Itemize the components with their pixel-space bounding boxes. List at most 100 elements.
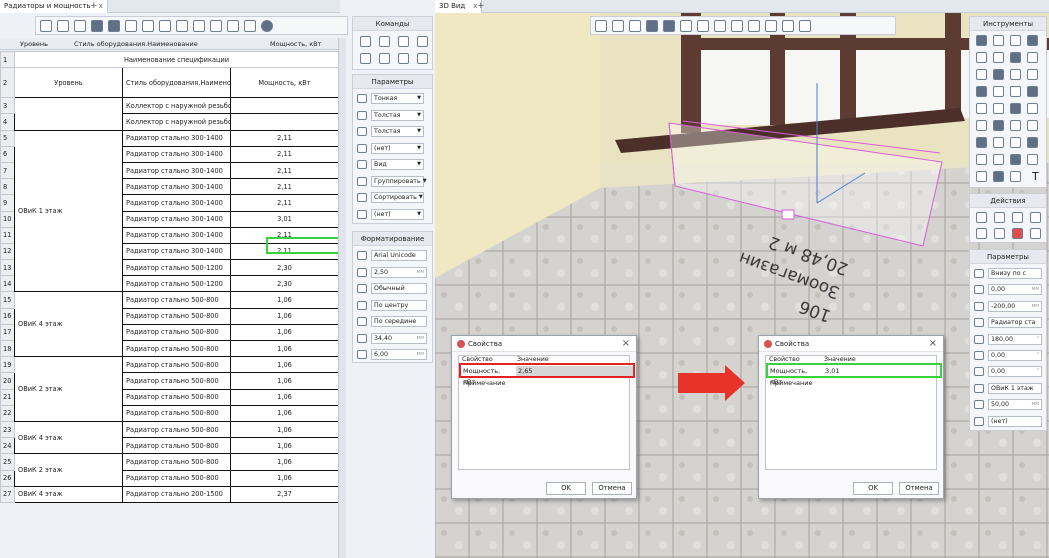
level-cell[interactable]: ОВиК 4 этаж bbox=[14, 485, 123, 503]
tool-icon[interactable] bbox=[993, 35, 1004, 46]
element-parameter-field[interactable]: 0,00 мм bbox=[988, 284, 1042, 296]
power-cell[interactable]: 1,06 bbox=[230, 323, 339, 342]
tool-icon[interactable] bbox=[1027, 86, 1038, 97]
equipment-name-cell[interactable]: Радиатор стально 500-800 bbox=[122, 356, 231, 374]
row-number[interactable]: 21 bbox=[0, 388, 15, 406]
paste-icon[interactable] bbox=[210, 19, 222, 32]
power-cell[interactable]: 2,11 bbox=[230, 178, 339, 196]
tool-icon[interactable] bbox=[1010, 120, 1021, 131]
edit-icon[interactable] bbox=[379, 53, 390, 64]
tool-icon[interactable] bbox=[1010, 35, 1021, 46]
view-settings-icon[interactable] bbox=[714, 19, 726, 32]
save-icon[interactable] bbox=[108, 19, 120, 32]
element-parameter-field[interactable]: 0,00 ° bbox=[988, 350, 1042, 361]
cancel-button[interactable]: Отмена bbox=[899, 482, 939, 495]
row-number[interactable]: 8 bbox=[0, 178, 15, 196]
format-field[interactable]: Обычный bbox=[371, 283, 427, 294]
level-cell[interactable]: ОВиК 4 этаж bbox=[14, 291, 123, 358]
row-number[interactable]: 15 bbox=[0, 291, 15, 309]
rotate-icon[interactable] bbox=[994, 212, 1005, 223]
row-number[interactable]: 13 bbox=[0, 259, 15, 277]
col-header-level[interactable]: Уровень bbox=[20, 40, 48, 48]
tool-icon[interactable] bbox=[993, 52, 1004, 63]
format-field[interactable]: 34,40 мм bbox=[371, 332, 427, 344]
tool-icon[interactable] bbox=[1027, 137, 1038, 148]
tool-icon[interactable] bbox=[993, 154, 1004, 165]
element-parameter-field[interactable]: 180,00 ° bbox=[988, 333, 1042, 345]
row-number[interactable]: 19 bbox=[0, 356, 15, 374]
table-scrollbar[interactable] bbox=[338, 38, 346, 558]
equipment-name-cell[interactable]: Радиатор стально 500-800 bbox=[122, 388, 231, 406]
tool-icon[interactable] bbox=[993, 137, 1004, 148]
format-field[interactable]: По середине bbox=[371, 316, 427, 327]
row-number[interactable]: 5 bbox=[0, 129, 15, 147]
power-cell[interactable]: 1,06 bbox=[230, 356, 339, 374]
parameter-dropdown[interactable]: Сортировать ▼ bbox=[371, 192, 424, 203]
row-number[interactable]: 10 bbox=[0, 210, 15, 228]
view-settings-icon[interactable] bbox=[159, 19, 171, 32]
row-number[interactable]: 24 bbox=[0, 437, 15, 455]
close-icon[interactable]: × bbox=[622, 336, 630, 352]
power-cell[interactable] bbox=[230, 113, 339, 131]
spec-title-cell[interactable]: Наименование спецификации bbox=[14, 50, 339, 69]
equipment-name-cell[interactable]: Радиатор стально 500-1200 bbox=[122, 275, 231, 293]
close-icon[interactable]: × bbox=[929, 336, 937, 352]
row-number[interactable]: 1 bbox=[0, 50, 15, 69]
export-icon[interactable] bbox=[125, 19, 137, 32]
note-value-field[interactable] bbox=[823, 378, 940, 389]
equipment-name-cell[interactable]: Радиатор стально 500-800 bbox=[122, 469, 231, 487]
tool-icon[interactable] bbox=[1010, 154, 1021, 165]
parameter-dropdown[interactable]: Толстая ▼ bbox=[371, 126, 424, 137]
tool-icon[interactable] bbox=[1027, 120, 1038, 131]
equipment-name-cell[interactable]: Радиатор стально 200-1500 bbox=[122, 485, 231, 503]
copy-icon[interactable] bbox=[748, 19, 760, 32]
tool-icon[interactable] bbox=[1010, 86, 1021, 97]
header-power-cell[interactable]: Мощность, кВт bbox=[230, 67, 339, 99]
parameter-dropdown[interactable]: Тонкая ▼ bbox=[371, 93, 424, 104]
level-cell[interactable]: ОВиК 4 этаж bbox=[14, 420, 123, 455]
power-cell[interactable] bbox=[230, 97, 339, 115]
row-number[interactable]: 3 bbox=[0, 97, 15, 115]
equipment-name-cell[interactable]: Радиатор стально 300-1400 bbox=[122, 178, 231, 196]
tool-icon[interactable] bbox=[1010, 137, 1021, 148]
row-number[interactable]: 20 bbox=[0, 372, 15, 390]
wrench-icon[interactable] bbox=[244, 19, 256, 32]
element-parameter-field[interactable]: ОВиК 1 этаж bbox=[988, 382, 1042, 394]
row-number[interactable]: 6 bbox=[0, 145, 15, 163]
level-cell[interactable]: ОВиК 2 этаж bbox=[14, 356, 123, 422]
ok-button[interactable]: OK bbox=[546, 482, 586, 495]
cancel-button[interactable]: Отмена bbox=[592, 482, 632, 495]
format-field[interactable]: 2,50 мм bbox=[371, 266, 427, 278]
equipment-name-cell[interactable]: Радиатор стально 500-800 bbox=[122, 323, 231, 342]
power-cell[interactable]: 2,11 bbox=[230, 129, 339, 147]
cut-icon[interactable] bbox=[176, 19, 188, 32]
tool-icon[interactable] bbox=[993, 171, 1004, 182]
row-number[interactable]: 27 bbox=[0, 485, 15, 503]
col-header-name[interactable]: Стиль оборудования.Наименование bbox=[74, 40, 198, 48]
tool-icon[interactable] bbox=[1010, 69, 1021, 80]
open-folder-icon[interactable] bbox=[91, 19, 103, 32]
tool-icon[interactable] bbox=[976, 35, 987, 46]
wrench-icon[interactable] bbox=[799, 19, 811, 32]
delete-icon[interactable] bbox=[1012, 228, 1023, 239]
power-cell[interactable]: 2,11 bbox=[230, 194, 339, 212]
tool-icon[interactable] bbox=[976, 137, 987, 148]
cut-icon[interactable] bbox=[731, 19, 743, 32]
tool-icon[interactable] bbox=[976, 120, 987, 131]
note-value-field[interactable] bbox=[516, 378, 633, 389]
tool-icon[interactable] bbox=[993, 103, 1004, 114]
power-cell[interactable]: 2,37 bbox=[230, 485, 339, 503]
open-folder-icon[interactable] bbox=[646, 19, 658, 32]
equipment-name-cell[interactable]: Радиатор стально 500-800 bbox=[122, 372, 231, 390]
level-cell[interactable] bbox=[14, 97, 123, 131]
element-parameter-field[interactable]: -200,00 мм bbox=[988, 300, 1042, 312]
equipment-name-cell[interactable]: Радиатор стально 500-800 bbox=[122, 437, 231, 455]
tool-icon[interactable] bbox=[1010, 52, 1021, 63]
header-level-cell[interactable]: Уровень bbox=[14, 67, 123, 99]
power-cell[interactable]: 1,06 bbox=[230, 291, 339, 309]
row-number[interactable]: 17 bbox=[0, 323, 15, 342]
col-header-power[interactable]: Мощность, кВт bbox=[270, 40, 321, 48]
ok-button[interactable]: OK bbox=[853, 482, 893, 495]
copy-icon[interactable] bbox=[193, 19, 205, 32]
tool-icon[interactable] bbox=[993, 120, 1004, 131]
